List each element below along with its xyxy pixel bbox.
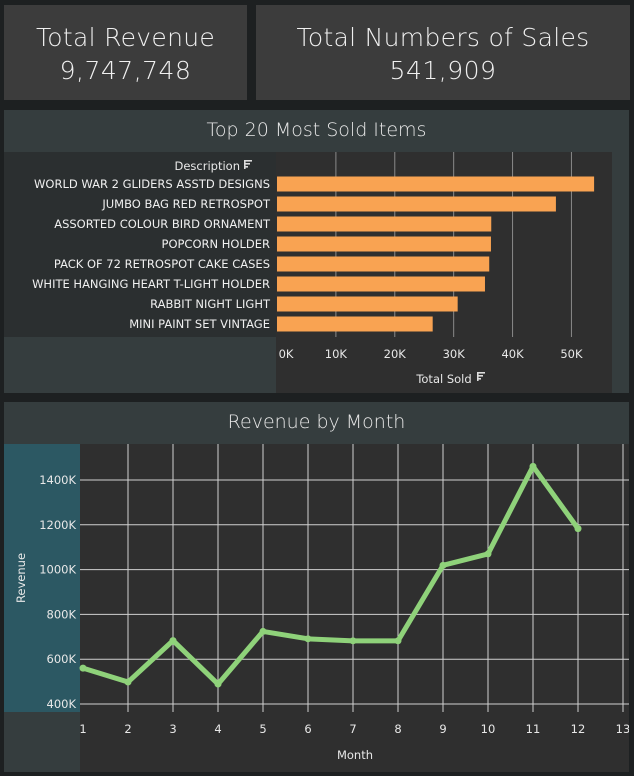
bar — [277, 196, 556, 212]
revenue-month-panel: Revenue by Month 400K 600K 800K 1000K 1200K 1… — [4, 402, 629, 772]
top-items-panel: Top 20 Most Sold Items Description WORLD … — [4, 110, 629, 393]
revenue-point — [214, 680, 222, 688]
line-axis-area — [80, 712, 629, 772]
revenue-point — [394, 637, 402, 645]
bar — [277, 176, 595, 192]
bar-xtick-label: 50K — [560, 347, 583, 361]
bar-category-label: WHITE HANGING HEART T-LIGHT HOLDER — [32, 277, 270, 291]
bar-xtick-label: 0K — [279, 347, 294, 361]
revenue-point — [484, 550, 492, 558]
kpi-sales-value: 541,909 — [389, 56, 497, 85]
line-xaxis-title: Month — [337, 748, 373, 762]
line-xtick-label: 8 — [394, 722, 401, 736]
bar-category-label: MINI PAINT SET VINTAGE — [129, 317, 270, 331]
bar — [277, 316, 433, 332]
bar-category-label: POPCORN HOLDER — [162, 237, 270, 251]
row-header-label: Description — [175, 159, 241, 173]
line-xtick-label: 12 — [571, 722, 586, 736]
line-ytick-label: 1200K — [39, 518, 76, 532]
revenue-point — [124, 678, 132, 686]
line-xtick-label: 13 — [616, 722, 629, 736]
revenue-point — [169, 637, 177, 645]
revenue-point — [304, 635, 312, 643]
revenue-point — [574, 525, 582, 533]
bar — [277, 296, 458, 312]
kpi-sales-label: Total Numbers of Sales — [296, 23, 590, 52]
line-ytick-label: 1000K — [39, 563, 76, 577]
bar-xtick-label: 30K — [443, 347, 466, 361]
bar-xtick-label: 40K — [501, 347, 524, 361]
line-xtick-label: 10 — [481, 722, 496, 736]
kpi-revenue-value: 9,747,748 — [59, 56, 192, 85]
bar — [277, 276, 485, 292]
revenue-point — [439, 561, 447, 569]
line-ytick-label: 400K — [47, 697, 77, 711]
line-xtick-label: 11 — [526, 722, 541, 736]
line-xtick-label: 5 — [259, 722, 266, 736]
revenue-month-line-chart: 400K600K800K1000K1200K1400KRevenue1 2 3 4 5 6… — [4, 444, 629, 772]
bar-category-label: ASSORTED COLOUR BIRD ORNAMENT — [54, 217, 271, 231]
line-xtick-label: 9 — [439, 722, 446, 736]
revenue-point — [349, 637, 357, 645]
kpi-total-sales: Total Numbers of Sales 541,909 — [256, 5, 630, 100]
line-xtick-label: 4 — [214, 722, 221, 736]
line-ytick-label: 1400K — [39, 473, 76, 487]
revenue-point — [529, 462, 537, 470]
bar-category-label: WORLD WAR 2 GLIDERS ASSTD DESIGNS — [34, 177, 270, 191]
bar — [277, 236, 491, 252]
bar-xtick-label: 10K — [325, 347, 348, 361]
line-xtick-label: 2 — [124, 722, 131, 736]
revenue-point — [259, 627, 267, 635]
revenue-point — [79, 664, 87, 672]
bar — [277, 256, 490, 272]
bar — [277, 216, 492, 232]
top-items-bar-chart: Description WORLD WAR 2 GLIDERS ASSTD DES… — [4, 152, 612, 393]
bar-category-label: JUMBO BAG RED RETROSPOT — [101, 197, 271, 211]
line-xtick-label: 1 — [79, 722, 86, 736]
line-ytick-label: 600K — [47, 652, 77, 666]
bar-category-label: PACK OF 72 RETROSPOT CAKE CASES — [54, 257, 270, 271]
bar-category-label: RABBIT NIGHT LIGHT — [150, 297, 271, 311]
bar-xtick-label: 20K — [384, 347, 407, 361]
line-yaxis-title: Revenue — [14, 553, 28, 603]
kpi-revenue-label: Total Revenue — [35, 23, 216, 52]
line-ytick-label: 800K — [47, 607, 77, 621]
bar-xaxis-title: Total Sold — [415, 372, 471, 386]
line-xtick-label: 3 — [169, 722, 176, 736]
line-xtick-label: 6 — [304, 722, 311, 736]
line-xtick-label: 7 — [349, 722, 356, 736]
kpi-total-revenue: Total Revenue 9,747,748 — [4, 5, 247, 100]
